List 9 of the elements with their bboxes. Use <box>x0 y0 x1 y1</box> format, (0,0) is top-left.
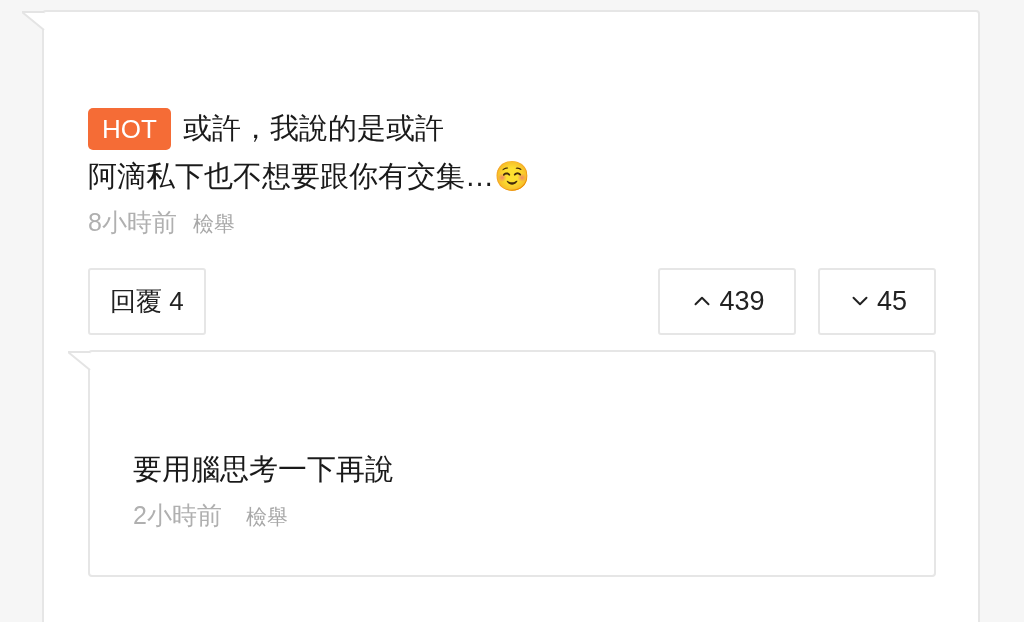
reply-text: 要用腦思考一下再說 <box>133 451 395 487</box>
comment-text: 阿滴私下也不想要跟你有交集…☺ <box>88 158 531 194</box>
downvote-button[interactable]: 45 <box>818 267 936 335</box>
timestamp: 8小時前 <box>88 207 177 238</box>
reply-button[interactable]: 回覆 4 <box>88 267 206 335</box>
comment-text: 或許，我說的是或許 <box>182 111 444 146</box>
hot-badge: HOT <box>88 107 171 150</box>
upvote-button[interactable]: 439 <box>658 267 796 335</box>
timestamp: 2小時前 <box>133 500 222 531</box>
